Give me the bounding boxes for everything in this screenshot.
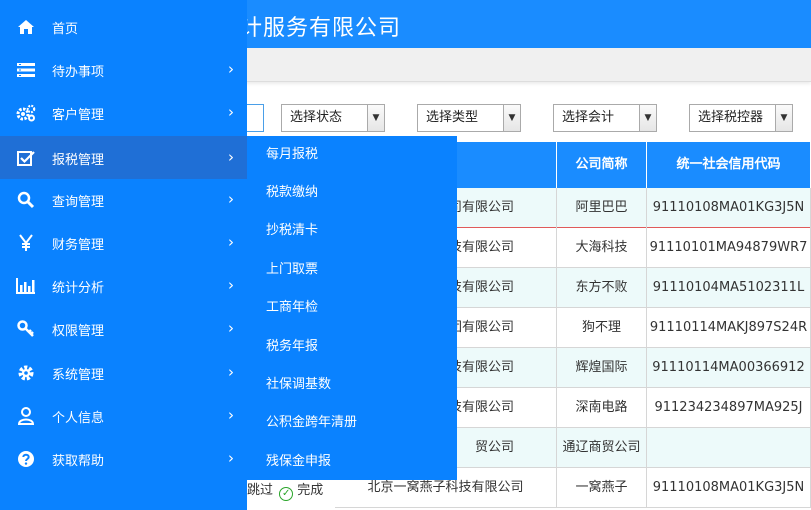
submenu-item-housing-fund[interactable]: 公积金跨年清册 [247,404,457,442]
header-short-name[interactable]: 公司简称 [557,142,647,188]
row-actions: 跳过 ✓ 完成 [247,478,323,504]
cell-credit-code: 91110101MA94879WR7 [647,228,811,268]
submenu-item-tax-payment[interactable]: 税款缴纳 [247,174,457,212]
chevron-right-icon: › [228,406,234,424]
chevron-down-icon: ▼ [639,105,656,131]
sidebar-item-todo[interactable]: 待办事项 › [0,48,247,91]
cell-credit-code [647,428,811,468]
sidebar-item-label: 获取帮助 [52,454,105,469]
chevron-down-icon: ▼ [775,105,792,131]
submenu-item-annual-tax-report[interactable]: 税务年报 [247,328,457,366]
cell-short-name: 狗不理 [557,308,647,348]
cell-credit-code: 911234234897MA925J [647,388,811,428]
submenu-item-disability-fund[interactable]: 残保金申报 [247,443,457,481]
yen-icon [16,233,36,253]
gears-icon [16,103,36,123]
sidebar-item-home[interactable]: 首页 [0,5,247,48]
type-select-label: 选择类型 [426,110,479,125]
cell-credit-code: 91110114MA00366912 [647,348,811,388]
home-icon [16,17,36,37]
status-select-label: 选择状态 [290,110,343,125]
chevron-right-icon: › [228,60,234,78]
sidebar-item-system[interactable]: 系统管理 › [0,351,247,394]
sidebar-item-customers[interactable]: 客户管理 › [0,91,247,134]
sidebar-item-label: 系统管理 [52,368,105,383]
sidebar-item-label: 统计分析 [52,281,105,296]
submenu-item-monthly-tax[interactable]: 每月报税 [247,136,457,174]
sidebar-item-label: 个人信息 [52,411,105,426]
user-icon [16,406,36,426]
cell-short-name: 深南电路 [557,388,647,428]
company-title: 计服务有限公司 [240,16,402,41]
question-icon [16,449,36,469]
chevron-right-icon: › [228,148,234,166]
cell-credit-code: 91110108MA01KG3J5N [647,188,811,228]
cell-credit-code: 91110108MA01KG3J5N [647,468,811,508]
gear-icon [16,363,36,383]
cell-credit-code: 91110104MA5102311L [647,268,811,308]
cell-credit-code: 91110114MAKJ897S24R [647,308,811,348]
sidebar-item-query[interactable]: 查询管理 › [0,178,247,221]
chevron-right-icon: › [228,276,234,294]
bar-chart-icon [16,276,36,296]
accountant-select-label: 选择会计 [562,110,615,125]
status-select[interactable]: 选择状态 ▼ [281,104,385,132]
sidebar-item-tax[interactable]: 报税管理 › [0,136,247,179]
chevron-right-icon: › [228,190,234,208]
cell-short-name: 辉煌国际 [557,348,647,388]
tax-submenu: 每月报税 税款缴纳 抄税清卡 上门取票 工商年检 税务年报 社保调基数 公积金跨… [247,136,457,480]
sidebar-item-help[interactable]: 获取帮助 › [0,437,247,480]
accountant-select[interactable]: 选择会计 ▼ [553,104,657,132]
sidebar-item-label: 客户管理 [52,108,105,123]
check-circle-icon: ✓ [279,487,294,501]
cell-short-name: 阿里巴巴 [557,188,647,228]
sidebar-item-label: 首页 [52,22,79,37]
sidebar-item-permissions[interactable]: 权限管理 › [0,307,247,350]
skip-link[interactable]: 跳过 [247,483,273,498]
header-credit-code[interactable]: 统一社会信用代码 [647,142,811,188]
cell-short-name: 大海科技 [557,228,647,268]
done-link[interactable]: 完成 [297,483,323,498]
chevron-right-icon: › [228,449,234,467]
sidebar-item-label: 待办事项 [52,65,105,80]
sidebar-item-finance[interactable]: 财务管理 › [0,221,247,264]
key-icon [16,319,36,339]
tax-device-select-label: 选择税控器 [698,110,764,125]
tax-device-select[interactable]: 选择税控器 ▼ [689,104,793,132]
submenu-item-copy-tax[interactable]: 抄税清卡 [247,212,457,250]
list-icon [16,60,36,80]
sidebar-item-label: 报税管理 [52,153,105,168]
submenu-item-ticket-pickup[interactable]: 上门取票 [247,251,457,289]
sidebar-item-label: 查询管理 [52,195,105,210]
submenu-item-social-security-base[interactable]: 社保调基数 [247,366,457,404]
cell-short-name: 通辽商贸公司 [557,428,647,468]
sidebar-item-label: 权限管理 [52,324,105,339]
chevron-down-icon: ▼ [503,105,520,131]
sidebar-item-stats[interactable]: 统计分析 › [0,264,247,307]
cell-short-name: 一窝燕子 [557,468,647,508]
chevron-right-icon: › [228,103,234,121]
cell-short-name: 东方不败 [557,268,647,308]
chevron-right-icon: › [228,319,234,337]
sidebar-item-label: 财务管理 [52,238,105,253]
chevron-right-icon: › [228,363,234,381]
sidebar: 首页 待办事项 › 客户管理 › 报税管理 › 查询管理 › 财务管理 › 统计… [0,0,247,510]
chevron-down-icon: ▼ [367,105,384,131]
chevron-right-icon: › [228,233,234,251]
type-select[interactable]: 选择类型 ▼ [417,104,521,132]
submenu-item-annual-inspection[interactable]: 工商年检 [247,289,457,327]
checkbox-icon [16,148,36,168]
search-icon [16,190,36,210]
sidebar-item-profile[interactable]: 个人信息 › [0,394,247,437]
